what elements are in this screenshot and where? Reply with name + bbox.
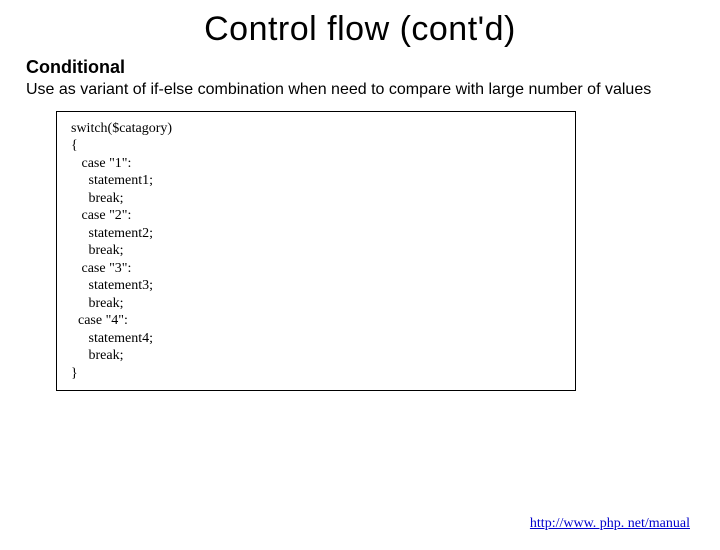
description-text: Use as variant of if-else combination wh… [26, 80, 694, 101]
slide-title: Control flow (cont'd) [0, 10, 720, 49]
footer-link[interactable]: http://www. php. net/manual [530, 516, 690, 532]
code-block: switch($catagory) { case "1": statement1… [56, 111, 576, 392]
subheading-conditional: Conditional [26, 57, 720, 78]
slide: Control flow (cont'd) Conditional Use as… [0, 10, 720, 550]
